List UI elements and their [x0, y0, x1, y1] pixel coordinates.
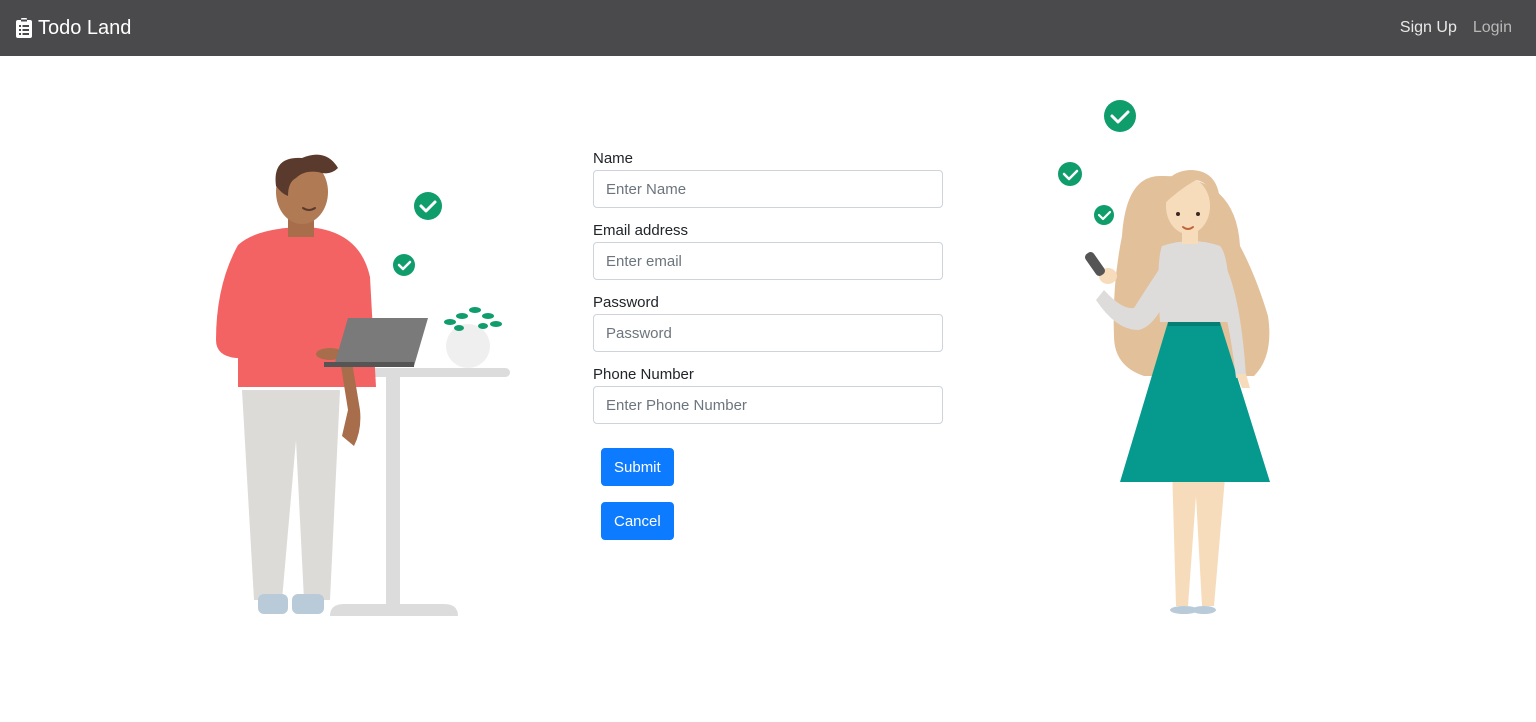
email-input[interactable]: [593, 242, 943, 280]
woman-with-phone-illustration: [1058, 100, 1270, 614]
check-circle-icon: [414, 192, 442, 220]
phone-input[interactable]: [593, 386, 943, 424]
cancel-button[interactable]: Cancel: [601, 502, 674, 540]
password-input[interactable]: [593, 314, 943, 352]
navbar: Todo Land Sign Up Login: [0, 0, 1536, 56]
email-field-group: Email address: [593, 222, 943, 280]
signup-form: Name Email address Password Phone Number…: [593, 150, 943, 540]
phone-field-group: Phone Number: [593, 366, 943, 424]
name-label: Name: [593, 150, 634, 167]
password-label: Password: [593, 294, 659, 311]
password-field-group: Password: [593, 294, 943, 352]
navbar-brand[interactable]: Todo Land: [16, 0, 131, 56]
nav-links: Sign Up Login: [1400, 0, 1512, 56]
signup-link[interactable]: Sign Up: [1400, 19, 1457, 37]
phone-label: Phone Number: [593, 366, 694, 383]
brand-name: Todo Land: [38, 16, 132, 39]
name-input[interactable]: [593, 170, 943, 208]
check-circle-icon: [1058, 162, 1082, 186]
clipboard-list-icon: [16, 18, 32, 38]
check-circle-icon: [393, 254, 415, 276]
man-at-desk-illustration: [216, 154, 510, 616]
name-field-group: Name: [593, 150, 943, 208]
email-label: Email address: [593, 222, 689, 239]
check-circle-icon: [1094, 205, 1114, 225]
submit-button[interactable]: Submit: [601, 448, 674, 486]
check-circle-icon: [1104, 100, 1136, 132]
login-link[interactable]: Login: [1473, 19, 1512, 37]
